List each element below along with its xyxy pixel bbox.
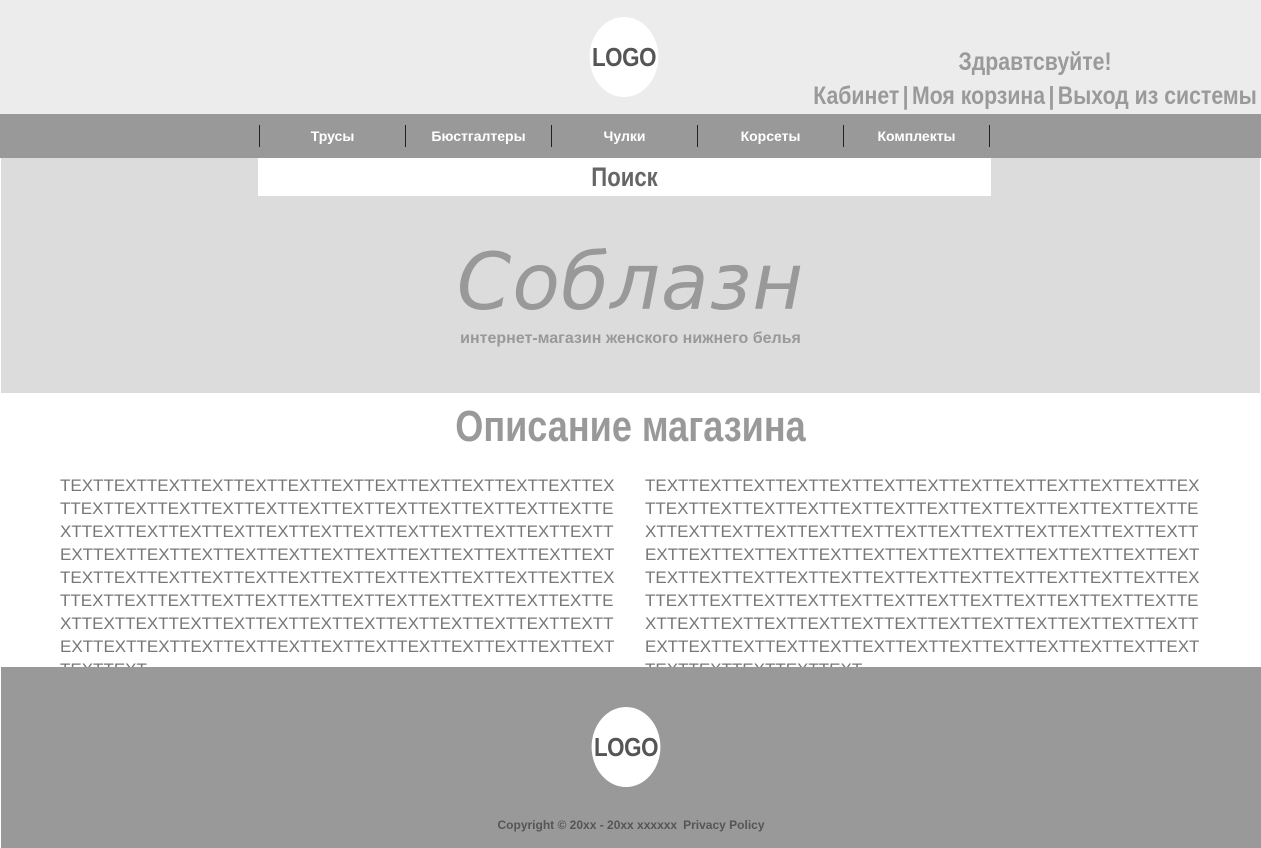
nav-item-stockings[interactable]: Чулки bbox=[551, 125, 697, 147]
site-footer: LOGO Copyright © 20xx - 20xx xxxxxx Priva… bbox=[1, 667, 1261, 848]
description-text-left: TEXTTEXTTEXTTEXTTEXTTEXTTEXTTEXTTEXTTEXT… bbox=[60, 476, 615, 679]
greeting-text: Здравтсвуйте! bbox=[958, 48, 1112, 76]
hero-banner: Поиск Соблазн интернет-магазин женского … bbox=[1, 158, 1260, 393]
link-separator: | bbox=[902, 82, 909, 110]
search-input[interactable]: Поиск bbox=[258, 158, 991, 196]
copyright-text: Copyright © 20xx - 20xx xxxxxx bbox=[497, 818, 678, 832]
brand-name: Соблазн bbox=[456, 238, 805, 328]
cabinet-link[interactable]: Кабинет bbox=[814, 82, 900, 110]
nav-item-sets[interactable]: Комплекты bbox=[843, 125, 989, 147]
cart-link[interactable]: Моя корзина bbox=[912, 82, 1045, 110]
nav-item-panties[interactable]: Трусы bbox=[259, 125, 405, 147]
nav-item-bras[interactable]: Бюстгалтеры bbox=[405, 125, 551, 147]
brand-tagline: интернет-магазин женского нижнего белья bbox=[460, 330, 801, 347]
description-text-right: TEXTTEXTTEXTTEXTTEXTTEXTTEXTTEXTTEXTTEXT… bbox=[645, 476, 1200, 679]
site-header: LOGO Здравтсвуйте! Кабинет | Моя корзина | В… bbox=[0, 0, 1261, 114]
search-label: Поиск bbox=[591, 161, 658, 192]
account-links: Кабинет | Моя корзина | Выход из системы bbox=[814, 82, 1257, 111]
link-separator: | bbox=[1048, 82, 1055, 110]
main-nav: Трусы Бюстгалтеры Чулки Корсеты Комплект… bbox=[0, 114, 1261, 158]
nav-item-corsets[interactable]: Корсеты bbox=[697, 125, 843, 147]
logout-link[interactable]: Выход из системы bbox=[1058, 82, 1257, 110]
nav-divider bbox=[989, 125, 990, 147]
footer-logo[interactable]: LOGO bbox=[591, 707, 661, 787]
section-title: Описание магазина bbox=[455, 402, 806, 451]
privacy-policy-link[interactable]: Privacy Policy bbox=[683, 818, 764, 832]
header-logo[interactable]: LOGO bbox=[589, 17, 659, 97]
nav-list: Трусы Бюстгалтеры Чулки Корсеты Комплект… bbox=[259, 125, 990, 147]
footer-line: Copyright © 20xx - 20xx xxxxxx Privacy Po… bbox=[1, 818, 1261, 832]
